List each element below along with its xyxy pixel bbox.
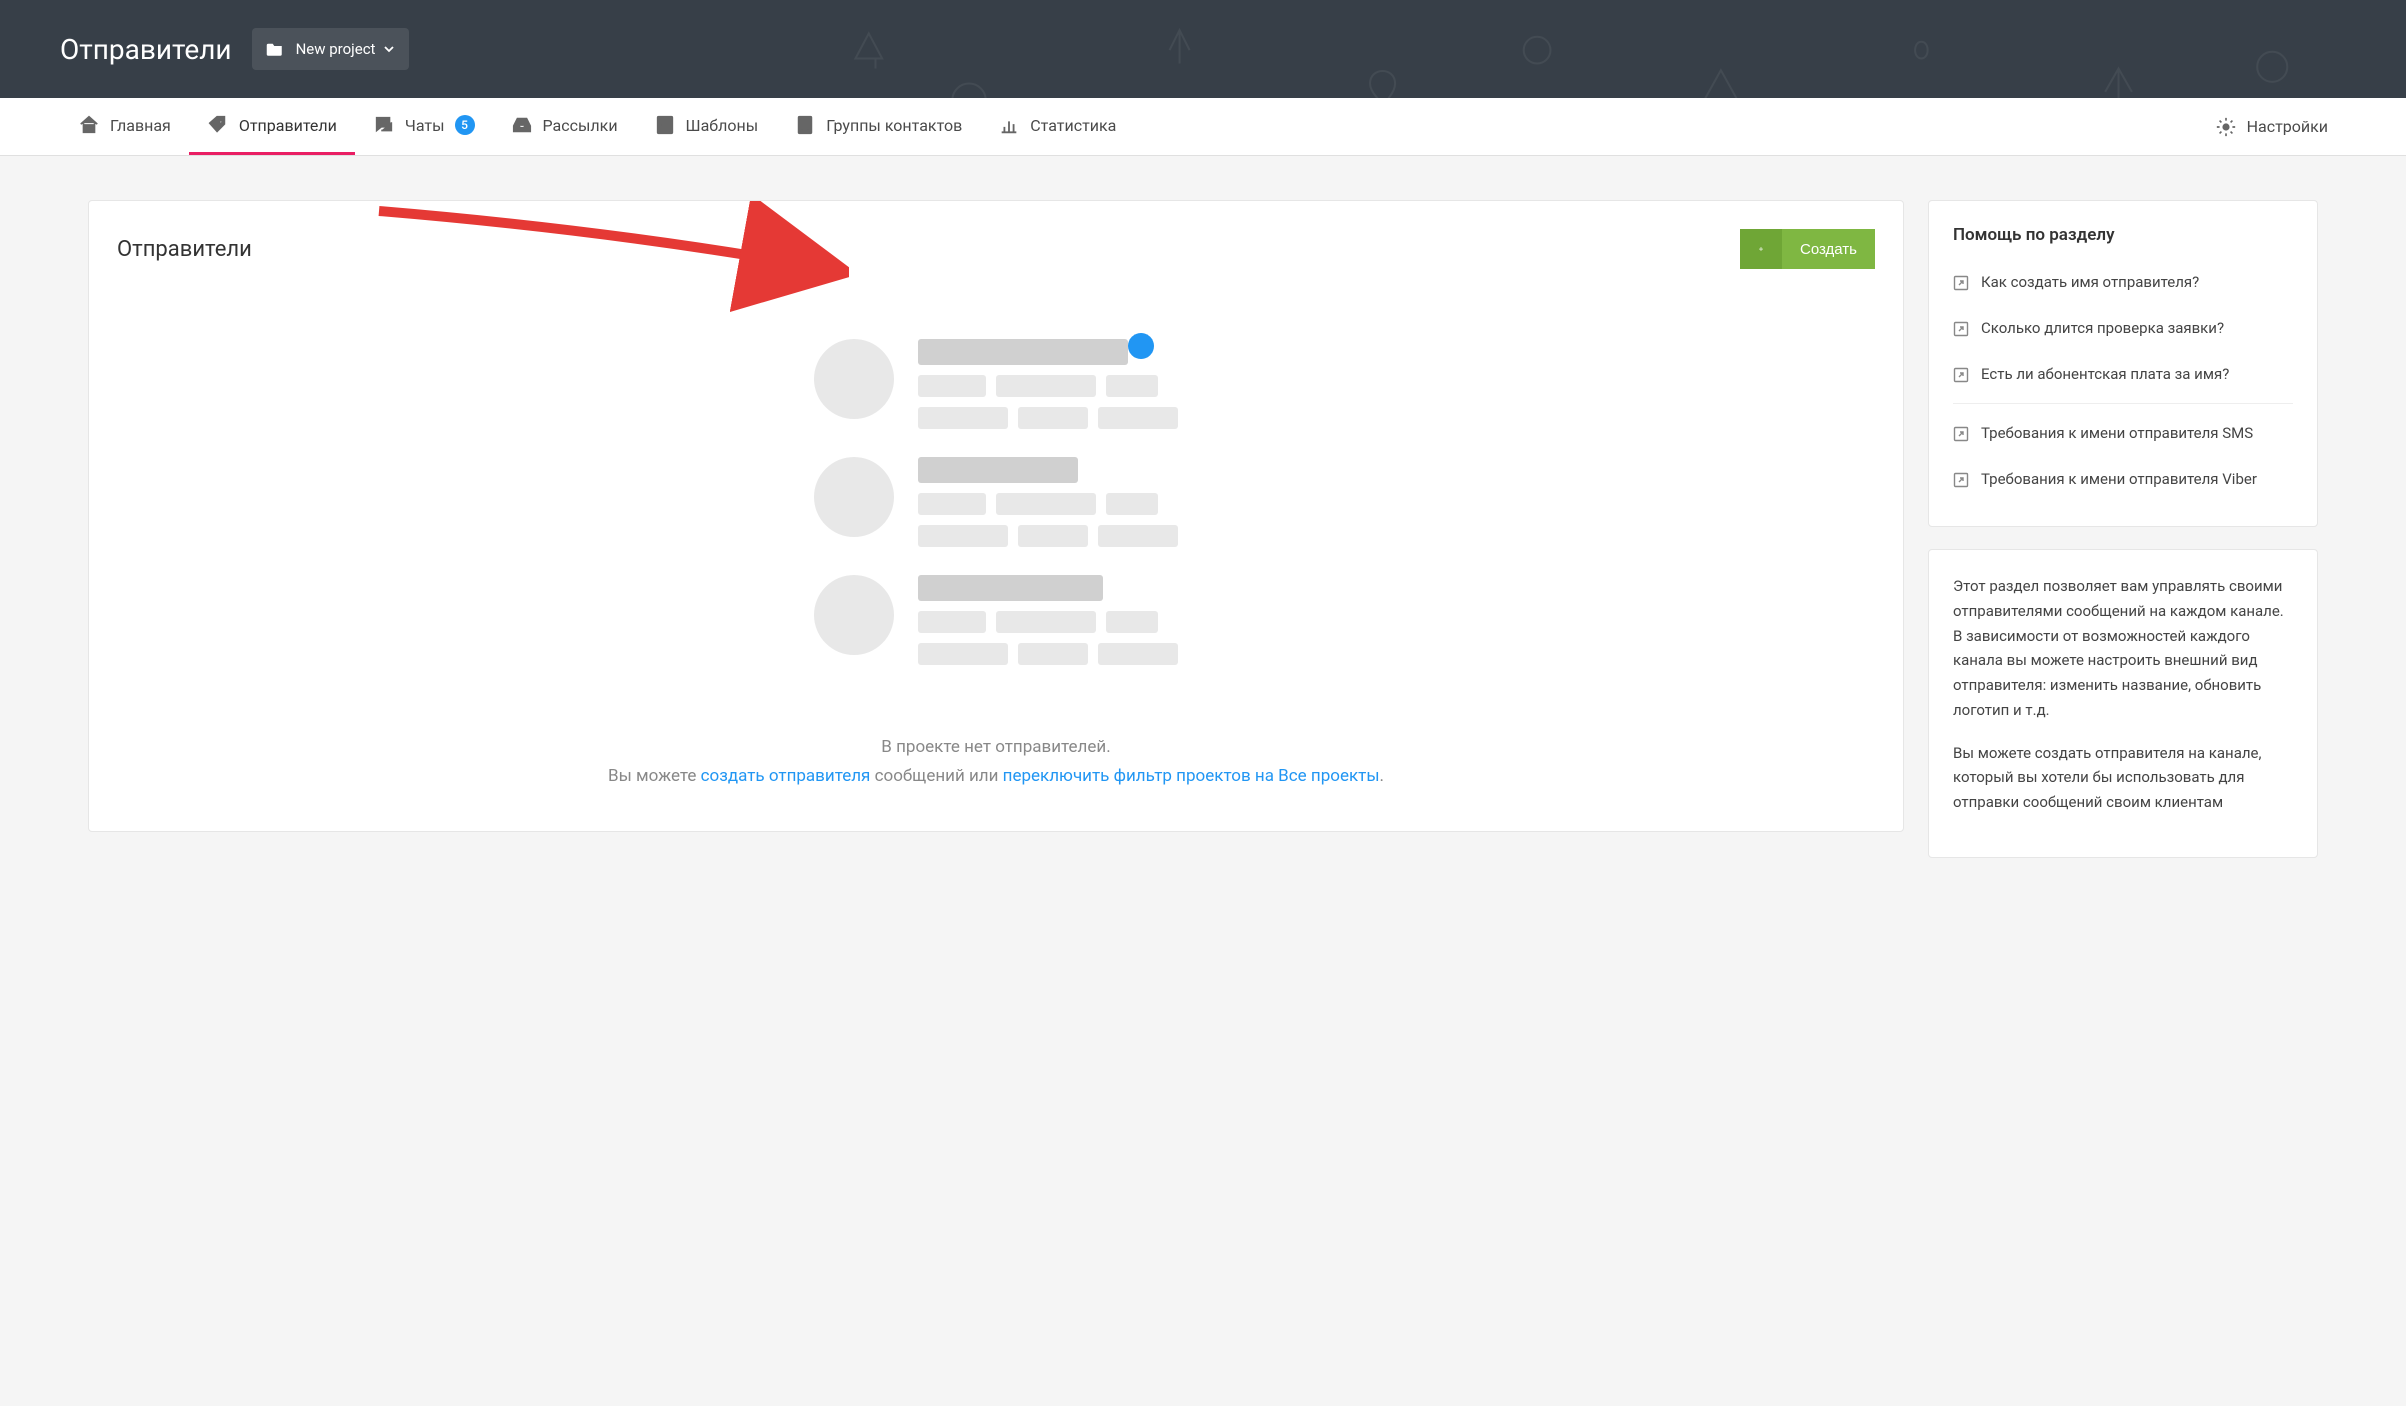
navbar: Главная Отправители Чаты 5 Рассылки Шабл…	[0, 98, 2406, 156]
card-title: Отправители	[117, 237, 252, 262]
nav-mailings[interactable]: Рассылки	[493, 98, 636, 155]
nav-contact-groups[interactable]: Группы контактов	[776, 98, 980, 155]
info-p1: Этот раздел позволяет вам управлять свои…	[1953, 574, 2293, 723]
help-list-a: Как создать имя отправителя? Сколько длит…	[1953, 259, 2293, 397]
nav-label: Шаблоны	[686, 116, 759, 135]
help-item[interactable]: Сколько длится проверка заявки?	[1953, 305, 2293, 351]
create-sender-link[interactable]: создать отправителя	[701, 766, 871, 786]
nav-chats[interactable]: Чаты 5	[355, 98, 493, 155]
template-icon	[654, 114, 676, 136]
folder-icon	[266, 41, 284, 57]
content: Отправители Создать	[0, 156, 2406, 902]
help-item-label: Сколько длится проверка заявки?	[1981, 319, 2224, 337]
placeholder-row	[814, 339, 1178, 429]
chevron-down-icon	[383, 40, 395, 59]
help-item[interactable]: Есть ли абонентская плата за имя?	[1953, 351, 2293, 397]
empty-placeholder: В проекте нет отправителей. Вы можете со…	[117, 339, 1875, 791]
nav-label: Статистика	[1030, 116, 1116, 135]
help-item-label: Как создать имя отправителя?	[1981, 273, 2199, 291]
create-button[interactable]: Создать	[1740, 229, 1875, 269]
help-item[interactable]: Как создать имя отправителя?	[1953, 259, 2293, 305]
chats-badge: 5	[455, 115, 475, 135]
help-item-label: Требования к имени отправителя Viber	[1981, 470, 2257, 488]
nav-home[interactable]: Главная	[60, 98, 189, 155]
help-card: Помощь по разделу Как создать имя отправ…	[1928, 200, 2318, 527]
verified-badge-icon	[1128, 333, 1154, 359]
app-header: Отправители New project	[0, 0, 2406, 98]
nav-label: Главная	[110, 116, 171, 135]
empty-line1: В проекте нет отправителей.	[608, 733, 1384, 762]
chat-icon	[373, 114, 395, 136]
nav-settings[interactable]: Настройки	[2197, 116, 2346, 138]
nav-label: Настройки	[2247, 117, 2328, 136]
main-card: Отправители Создать	[88, 200, 1904, 832]
project-selector[interactable]: New project	[252, 28, 410, 70]
gear-icon	[2215, 116, 2237, 138]
empty-message: В проекте нет отправителей. Вы можете со…	[608, 733, 1384, 791]
contacts-icon	[794, 114, 816, 136]
project-name: New project	[296, 40, 376, 58]
nav-label: Группы контактов	[826, 116, 962, 135]
help-item-label: Требования к имени отправителя SMS	[1981, 424, 2253, 442]
chart-icon	[998, 114, 1020, 136]
info-card: Этот раздел позволяет вам управлять свои…	[1928, 549, 2318, 858]
help-item-label: Есть ли абонентская плата за имя?	[1981, 365, 2229, 383]
inbox-icon	[511, 114, 533, 136]
placeholder-row	[814, 457, 1178, 547]
nav-senders[interactable]: Отправители	[189, 98, 355, 155]
plus-icon	[1740, 229, 1782, 269]
nav-statistics[interactable]: Статистика	[980, 98, 1134, 155]
tag-icon	[207, 114, 229, 136]
help-item[interactable]: Требования к имени отправителя SMS	[1953, 410, 2293, 456]
help-list-b: Требования к имени отправителя SMS Требов…	[1953, 410, 2293, 502]
page-title: Отправители	[60, 33, 232, 66]
switch-filter-link[interactable]: переключить фильтр проектов на Все проек…	[1003, 766, 1380, 786]
create-button-label: Создать	[1782, 241, 1875, 258]
help-title: Помощь по разделу	[1953, 225, 2293, 245]
nav-label: Рассылки	[543, 116, 618, 135]
info-p2: Вы можете создать отправителя на канале,…	[1953, 741, 2293, 815]
placeholder-row	[814, 575, 1178, 665]
nav-label: Чаты	[405, 116, 445, 135]
home-icon	[78, 114, 100, 136]
divider	[1953, 403, 2293, 404]
nav-templates[interactable]: Шаблоны	[636, 98, 777, 155]
sidebar: Помощь по разделу Как создать имя отправ…	[1928, 200, 2318, 858]
nav-label: Отправители	[239, 116, 337, 135]
help-item[interactable]: Требования к имени отправителя Viber	[1953, 456, 2293, 502]
